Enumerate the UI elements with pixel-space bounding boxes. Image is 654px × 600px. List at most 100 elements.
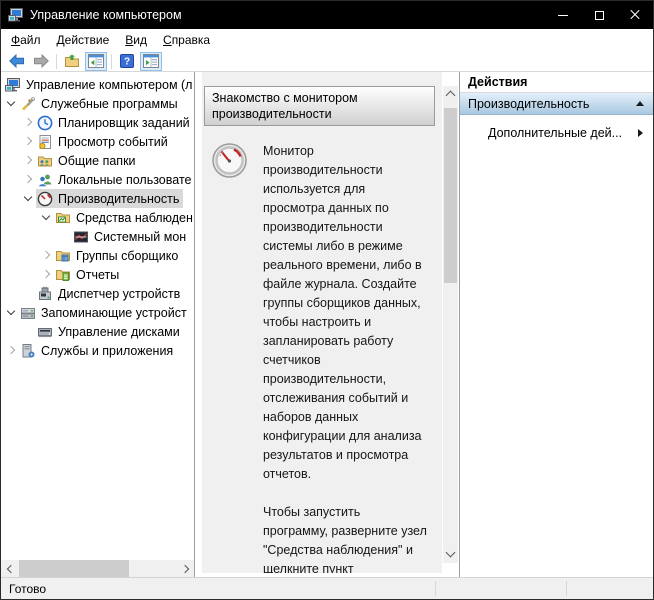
- main-area: Управление компьютером (л Служебные прог…: [1, 72, 653, 577]
- forward-button[interactable]: [30, 52, 52, 71]
- scroll-up-icon[interactable]: [443, 86, 458, 103]
- menu-file[interactable]: Файл: [3, 30, 49, 50]
- tree-item-system-tools[interactable]: Служебные программы: [1, 94, 194, 113]
- maximize-button[interactable]: [581, 1, 617, 29]
- disk-management-icon: [37, 324, 53, 340]
- scroll-down-icon[interactable]: [443, 546, 458, 563]
- tree-item-storage[interactable]: Запоминающие устройст: [1, 303, 194, 322]
- actions-item-label: Дополнительные дей...: [488, 126, 623, 140]
- chevron-up-icon[interactable]: [636, 101, 644, 106]
- tree-item-label: Служебные программы: [41, 96, 178, 111]
- tree-item-label: Запоминающие устройст: [41, 305, 187, 320]
- chevron-right-icon[interactable]: [4, 343, 19, 358]
- chevron-right-icon[interactable]: [39, 248, 54, 263]
- computer-icon: [5, 77, 21, 93]
- actions-pane-title: Действия: [460, 72, 653, 93]
- computer-management-window: Управление компьютером Файл Действие Вид…: [0, 0, 654, 600]
- tree-item-label: Просмотр событий: [58, 134, 168, 149]
- tree-item-performance[interactable]: Производительность: [1, 189, 194, 208]
- tree-item-label: Производительность: [58, 191, 180, 206]
- tree-item-event-viewer[interactable]: Просмотр событий: [1, 132, 194, 151]
- scrollbar-track[interactable]: [18, 560, 177, 577]
- minimize-button[interactable]: [545, 1, 581, 29]
- storage-icon: [20, 305, 36, 321]
- tree-item-system-monitor[interactable]: Системный мон: [1, 227, 194, 246]
- tree-item-computer-management[interactable]: Управление компьютером (л: [1, 75, 194, 94]
- chevron-down-icon[interactable]: [4, 96, 19, 111]
- performance-icon: [37, 191, 53, 207]
- tree-item-label: Управление дисками: [58, 324, 180, 339]
- tree-item-task-scheduler[interactable]: Планировщик заданий: [1, 113, 194, 132]
- tree-item-label: Диспетчер устройств: [58, 286, 181, 301]
- tree-item-monitoring-tools[interactable]: Средства наблюден: [1, 208, 194, 227]
- help-content: Знакомство с монитором производительност…: [202, 72, 442, 573]
- reports-icon: [55, 267, 71, 283]
- tree-item-disk-management[interactable]: Управление дисками: [1, 322, 194, 341]
- show-action-pane-icon: [143, 54, 159, 68]
- performance-gauge-icon: [211, 142, 248, 179]
- tree-item-reports[interactable]: Отчеты: [1, 265, 194, 284]
- tree-item-label: Системный мон: [94, 229, 187, 244]
- chevron-right-icon[interactable]: [21, 172, 36, 187]
- chevron-down-icon[interactable]: [4, 305, 19, 320]
- tree-item-label: Локальные пользовате: [58, 172, 192, 187]
- show-action-pane-button[interactable]: [140, 51, 162, 71]
- help-vertical-scrollbar[interactable]: [443, 86, 458, 563]
- menu-bar: Файл Действие Вид Справка: [1, 29, 653, 51]
- status-bar: Готово: [1, 577, 653, 599]
- tree-item-label: Управление компьютером (л: [26, 77, 193, 92]
- menu-action[interactable]: Действие: [49, 30, 118, 50]
- menu-view[interactable]: Вид: [117, 30, 155, 50]
- chevron-right-icon[interactable]: [21, 115, 36, 130]
- chevron-right-icon[interactable]: [39, 267, 54, 282]
- show-console-tree-button[interactable]: [85, 51, 107, 71]
- tree-item-local-users[interactable]: Локальные пользовате: [1, 170, 194, 189]
- scrollbar-thumb[interactable]: [19, 560, 129, 577]
- help-header: Знакомство с монитором производительност…: [204, 86, 435, 126]
- details-pane: Знакомство с монитором производительност…: [195, 72, 460, 577]
- actions-item-more-actions[interactable]: Дополнительные дей...: [460, 121, 653, 145]
- close-icon: [629, 9, 641, 21]
- chevron-right-icon[interactable]: [21, 134, 36, 149]
- scroll-right-icon[interactable]: [177, 560, 194, 577]
- back-button[interactable]: [6, 52, 28, 71]
- status-text: Готово: [9, 581, 47, 596]
- tree-item-device-manager[interactable]: Диспетчер устройств: [1, 284, 194, 303]
- console-tree: Управление компьютером (л Служебные прог…: [1, 72, 194, 560]
- chevron-right-icon[interactable]: [21, 153, 36, 168]
- tree-horizontal-scrollbar[interactable]: [1, 560, 194, 577]
- tree-item-data-collector-sets[interactable]: Группы сборщико: [1, 246, 194, 265]
- system-tools-icon: [20, 96, 36, 112]
- export-list-icon: [65, 54, 79, 67]
- console-tree-pane: Управление компьютером (л Служебные прог…: [1, 72, 195, 577]
- help-text: Монитор производительности используется …: [263, 142, 427, 573]
- titlebar: Управление компьютером: [1, 1, 653, 29]
- arrow-right-icon: [638, 129, 643, 137]
- tree-item-label: Средства наблюден: [76, 210, 193, 225]
- chevron-down-icon[interactable]: [39, 210, 54, 225]
- toolbar: ?: [1, 51, 653, 72]
- help-paragraph: Чтобы запустить программу, разверните уз…: [263, 505, 427, 573]
- help-paragraph: Монитор производительности используется …: [263, 144, 422, 481]
- back-icon: [9, 54, 24, 68]
- device-manager-icon: [37, 286, 53, 302]
- scroll-left-icon[interactable]: [1, 560, 18, 577]
- close-button[interactable]: [617, 1, 653, 29]
- shared-folders-icon: [37, 153, 53, 169]
- minimize-icon: [558, 14, 568, 16]
- window-title: Управление компьютером: [30, 8, 182, 22]
- tree-item-label: Планировщик заданий: [58, 115, 190, 130]
- export-list-button[interactable]: [61, 52, 83, 71]
- chevron-placeholder: [21, 324, 36, 339]
- tree-item-services-applications[interactable]: Службы и приложения: [1, 341, 194, 360]
- tree-item-label: Отчеты: [76, 267, 120, 282]
- tree-item-shared-folders[interactable]: Общие папки: [1, 151, 194, 170]
- toolbar-separator: [56, 53, 57, 69]
- scrollbar-thumb[interactable]: [444, 108, 457, 283]
- svg-text:?: ?: [124, 57, 130, 68]
- actions-section-performance[interactable]: Производительность: [460, 93, 653, 115]
- help-button[interactable]: ?: [116, 52, 138, 71]
- menu-help[interactable]: Справка: [155, 30, 218, 50]
- chevron-down-icon[interactable]: [21, 191, 36, 206]
- services-icon: [20, 343, 36, 359]
